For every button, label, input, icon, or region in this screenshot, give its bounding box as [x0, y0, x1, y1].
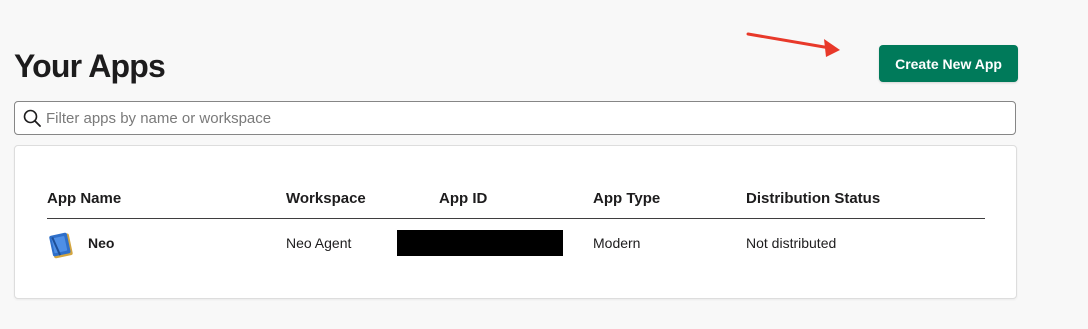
column-header-workspace: Workspace: [286, 190, 366, 207]
column-header-distribution-status: Distribution Status: [746, 190, 881, 207]
search-bar: [14, 101, 1016, 135]
search-icon: [23, 109, 41, 127]
app-type: Modern: [593, 235, 641, 251]
create-new-app-button[interactable]: Create New App: [879, 45, 1018, 82]
app-id-redacted: [397, 230, 563, 256]
column-header-app-type: App Type: [593, 190, 661, 207]
apps-table: App Name Workspace App ID App Type Distr…: [14, 145, 1017, 299]
app-notebook-icon: [49, 232, 73, 259]
app-name-link[interactable]: Neo: [88, 235, 114, 251]
column-header-app-id: App ID: [439, 190, 488, 207]
search-input[interactable]: [46, 102, 1006, 134]
annotation-arrow-icon: [746, 32, 840, 57]
column-header-app-name: App Name: [47, 190, 122, 207]
page-title: Your Apps: [14, 48, 166, 84]
app-workspace: Neo Agent: [286, 235, 352, 251]
distribution-status: Not distributed: [746, 235, 837, 251]
table-header-divider: [47, 218, 985, 219]
